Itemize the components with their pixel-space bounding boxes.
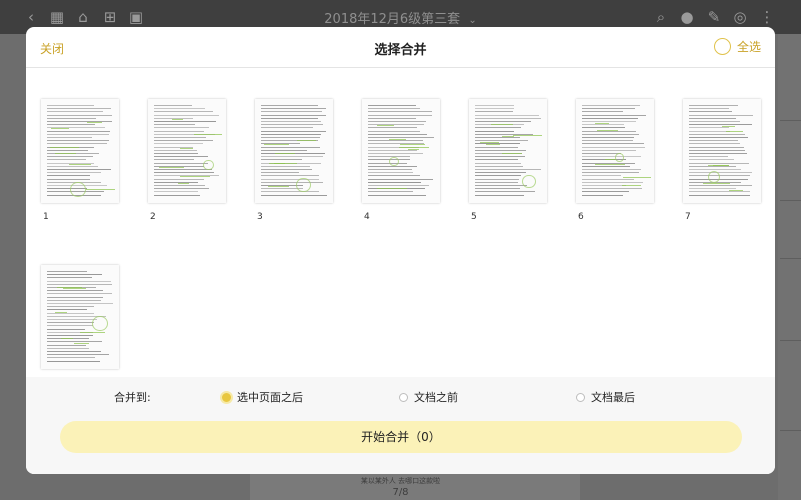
search-icon[interactable]: ⌕ — [652, 8, 670, 26]
select-circle-icon — [713, 38, 731, 55]
radio-icon — [222, 392, 231, 402]
page-number: 3 — [257, 212, 263, 222]
page-indicator: 7/8 — [392, 487, 409, 498]
page-thumbnail-grid: 1 2 3 4 5 6 7 8 — [26, 68, 775, 388]
page-number: 6 — [578, 212, 584, 222]
page-thumbnail[interactable]: 6 — [576, 99, 656, 222]
page-preview — [469, 99, 547, 203]
page-number: 2 — [150, 212, 156, 222]
start-merge-button[interactable]: 开始合并（0） — [60, 421, 742, 453]
page-thumbnail[interactable]: 5 — [469, 99, 549, 222]
page-number: 1 — [43, 212, 49, 222]
page-thumbnail[interactable]: 2 — [148, 99, 228, 222]
option-after-selected[interactable]: 选中页面之后 — [222, 389, 303, 405]
page-preview — [576, 99, 654, 203]
page-thumbnail[interactable]: 7 — [683, 99, 763, 222]
page-thumbnail[interactable]: 1 — [41, 99, 121, 222]
page-thumbnail[interactable]: 3 — [255, 99, 335, 222]
page-number: 7 — [685, 212, 691, 222]
radio-icon — [576, 392, 585, 402]
more-icon[interactable]: ⋮ — [758, 8, 776, 26]
page-number: 4 — [364, 212, 370, 222]
page-thumbnail[interactable]: 4 — [362, 99, 442, 222]
page-preview — [148, 99, 226, 203]
merge-dialog: 关闭 选择合并 全选 1 2 3 4 5 6 7 8 合并到: 选中页面之后 文档之前 文档最… — [26, 27, 775, 474]
merge-options-panel: 合并到: 选中页面之后 文档之前 文档最后 开始合并（0） — [26, 377, 775, 474]
option-before-document[interactable]: 文档之前 — [399, 389, 458, 405]
select-all-toggle[interactable]: 全选 — [713, 38, 761, 55]
merge-to-label: 合并到: — [114, 391, 151, 404]
dialog-header: 关闭 选择合并 全选 — [26, 27, 775, 68]
chevron-down-icon: ⌄ — [468, 15, 477, 26]
eye-off-icon[interactable]: ◎ — [731, 8, 749, 26]
option-end-of-document[interactable]: 文档最后 — [576, 389, 635, 405]
pen-icon[interactable]: ✎ — [705, 8, 723, 26]
page-preview — [41, 265, 119, 369]
select-all-label: 全选 — [736, 40, 761, 54]
page-preview — [683, 99, 761, 203]
page-preview — [362, 99, 440, 203]
page-number: 5 — [471, 212, 477, 222]
microphone-icon[interactable]: ● — [678, 8, 696, 26]
document-caption: 某以某外人 去哪口这款啦 — [360, 477, 441, 485]
page-preview — [255, 99, 333, 203]
page-thumbnail[interactable]: 8 — [41, 265, 121, 388]
page-preview — [41, 99, 119, 203]
dialog-title: 选择合并 — [374, 43, 427, 58]
radio-icon — [399, 392, 408, 402]
